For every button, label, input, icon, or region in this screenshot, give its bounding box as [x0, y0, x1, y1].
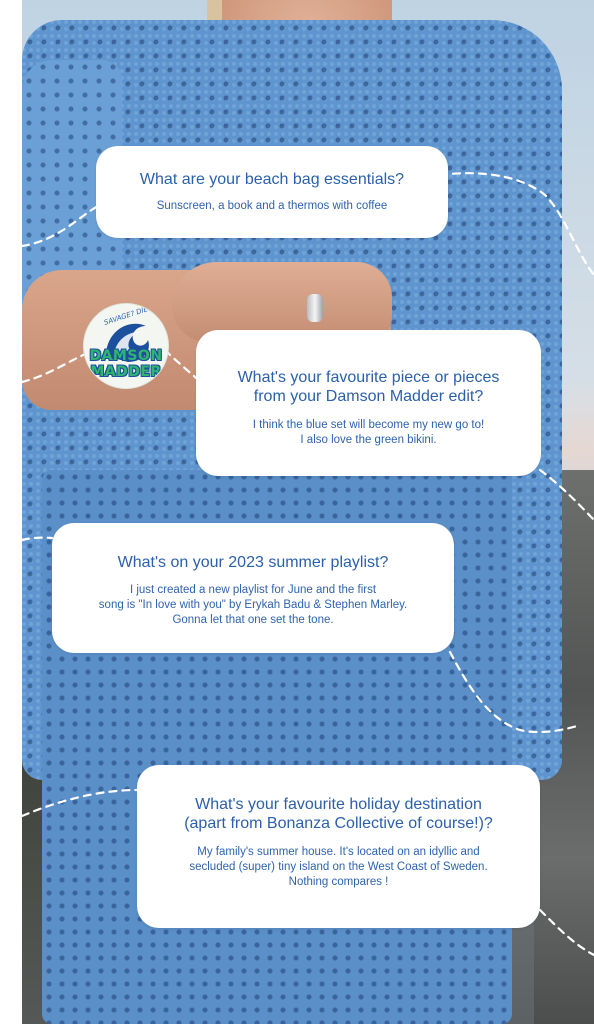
answer-line: secluded (super) tiny island on the West…: [189, 861, 488, 873]
qa-card-summer-playlist: What's on your 2023 summer playlist? I j…: [52, 523, 454, 653]
question-text: What's on your 2023 summer playlist?: [117, 554, 389, 571]
logo-word-damson: DAMSON: [89, 348, 163, 364]
answer-line: Nothing compares !: [288, 876, 389, 888]
silver-ring: [307, 294, 323, 322]
answer-line: Gonna let that one set the tone.: [172, 614, 334, 626]
question-line: What's your favourite holiday destinatio…: [195, 796, 482, 813]
qa-card-favourite-piece: What's your favourite piece or pieces fr…: [196, 330, 541, 476]
question-text: What's your favourite holiday destinatio…: [137, 795, 540, 833]
answer-line: My family's summer house. It's located o…: [197, 846, 480, 858]
answer-text: I just created a new playlist for June a…: [52, 583, 454, 628]
answer-line: Sunscreen, a book and a thermos with cof…: [156, 200, 388, 212]
answer-text: I think the blue set will become my new …: [196, 418, 541, 448]
answer-line: I also love the green bikini.: [300, 434, 437, 446]
question-line: from your Damson Madder edit?: [253, 388, 484, 405]
question-text: What's your favourite piece or pieces fr…: [196, 368, 541, 406]
qa-card-beach-bag: What are your beach bag essentials? Suns…: [96, 146, 448, 238]
question-text: What are your beach bag essentials?: [139, 171, 405, 188]
qa-card-holiday-destination: What's your favourite holiday destinatio…: [137, 765, 540, 928]
question-line: (apart from Bonanza Collective of course…: [184, 815, 493, 832]
answer-line: I think the blue set will become my new …: [252, 419, 485, 431]
answer-line: I just created a new playlist for June a…: [129, 584, 377, 596]
answer-text: Sunscreen, a book and a thermos with cof…: [96, 199, 448, 214]
answer-line: song is "In love with you" by Erykah Bad…: [98, 599, 408, 611]
question-line: What's your favourite piece or pieces: [237, 369, 500, 386]
logo-word-madder: MADDER: [90, 364, 162, 380]
answer-text: My family's summer house. It's located o…: [137, 845, 540, 890]
damson-madder-logo: SAVAGE? DIE DAMSON MADDER: [83, 303, 169, 389]
